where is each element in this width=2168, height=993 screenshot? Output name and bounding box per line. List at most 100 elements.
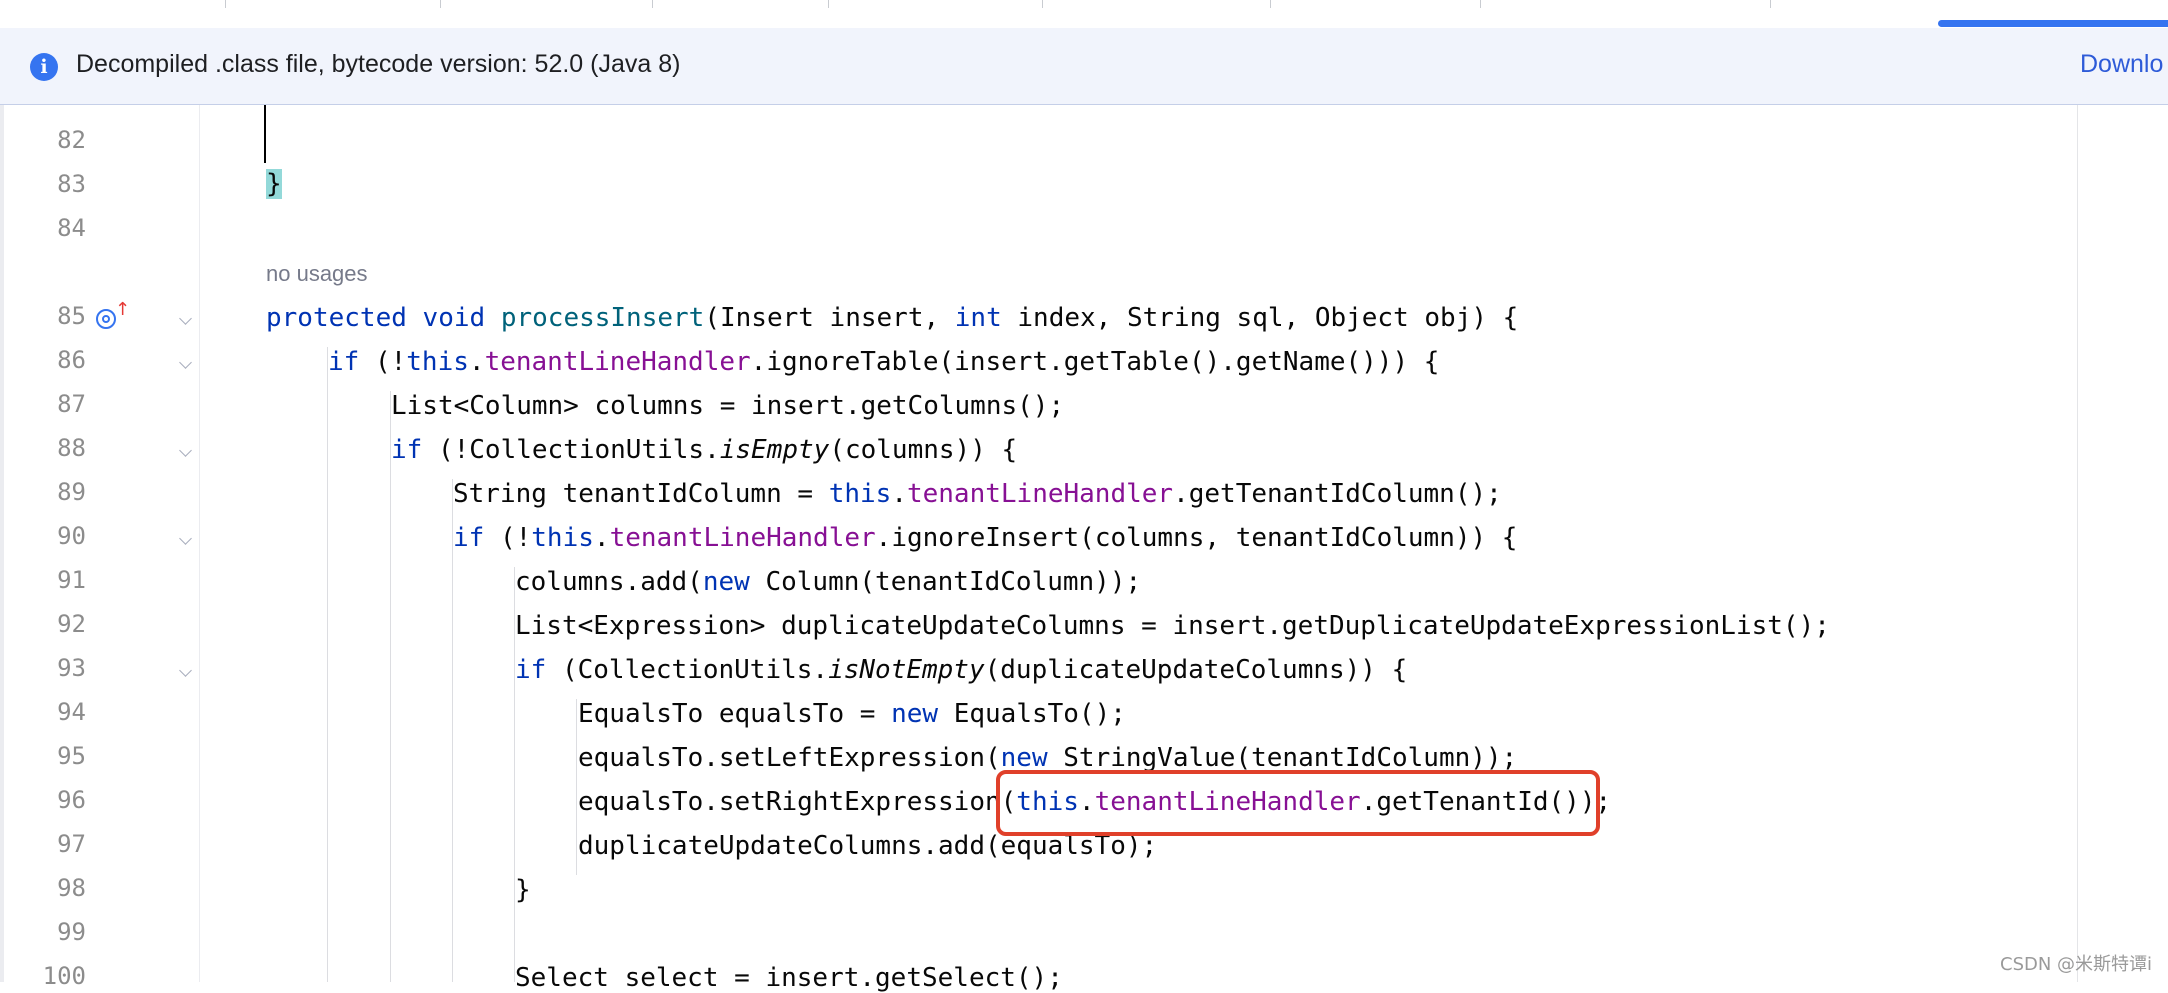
line-number: 98 [57, 874, 86, 902]
line-number-gutter: 82 83 84 85 86 87 88 89 90 91 92 93 94 9… [0, 105, 204, 990]
code-text: Column(tenantIdColumn)); [749, 567, 1142, 597]
overrides-method-icon[interactable] [96, 309, 116, 329]
field-name: tenantLineHandler [906, 479, 1174, 509]
code-line-92: List<Expression> duplicateUpdateColumns … [515, 611, 1830, 641]
line-number: 99 [57, 918, 86, 946]
keyword: new [702, 567, 750, 597]
code-text: . [891, 479, 907, 509]
code-text: (CollectionUtils. [546, 655, 829, 685]
tab-separator [440, 0, 441, 8]
code-line-91: columns.add(new Column(tenantIdColumn)); [515, 567, 1141, 597]
method-name: processInsert [500, 303, 705, 333]
fold-chevron-icon[interactable] [180, 666, 192, 678]
field-name: tenantLineHandler [484, 347, 751, 377]
static-method: isEmpty [719, 435, 830, 465]
keyword: this [406, 347, 469, 377]
download-sources-link[interactable]: Downlo [2080, 50, 2163, 79]
keyword: if [391, 435, 423, 465]
field-name: tenantLineHandler [609, 523, 876, 553]
usage-hint[interactable]: no usages [266, 261, 368, 287]
code-text: .ignoreTable(insert.getTable().getName()… [750, 347, 1440, 377]
static-method: isNotEmpty [828, 655, 985, 685]
line-number: 96 [57, 786, 86, 814]
matched-brace: } [266, 169, 282, 199]
fold-chevron-icon[interactable] [180, 446, 192, 458]
line-number: 93 [57, 654, 86, 682]
fold-chevron-icon[interactable] [180, 534, 192, 546]
keyword: new [891, 699, 939, 729]
code-text: columns.add( [515, 567, 703, 597]
highlight-annotation-box [996, 770, 1600, 836]
code-line-95: equalsTo.setLeftExpression(new StringVal… [578, 743, 1517, 773]
decompiled-notice-banner: i Decompiled .class file, bytecode versi… [0, 28, 2168, 105]
line-number: 97 [57, 830, 86, 858]
line-number: 85 [57, 302, 86, 330]
keyword: this [531, 523, 594, 553]
tab-separator [1270, 0, 1271, 8]
tab-separator [1770, 0, 1771, 8]
code-line-83: } [266, 169, 282, 199]
keyword: if [453, 523, 485, 553]
line-number: 90 [57, 522, 86, 550]
code-text: EqualsTo(); [938, 699, 1126, 729]
indent-guide [576, 699, 577, 875]
tab-separator [828, 0, 829, 8]
code-text: StringValue(tenantIdColumn)); [1047, 743, 1518, 773]
line-number: 84 [57, 214, 86, 242]
code-text: (duplicateUpdateColumns)) { [984, 655, 1408, 685]
code-text: (! [484, 523, 532, 553]
code-line-94: EqualsTo equalsTo = new EqualsTo(); [578, 699, 1126, 729]
right-margin-guide [2077, 105, 2078, 982]
code-line-88: if (!CollectionUtils.isEmpty(columns)) { [391, 435, 1017, 465]
tab-separator [225, 0, 226, 8]
code-line-90: if (!this.tenantLineHandler.ignoreInsert… [453, 523, 1517, 553]
line-number: 83 [57, 170, 86, 198]
editor-tab-bar [0, 0, 2168, 29]
code-text: List<Column> columns = insert.getColumns… [391, 391, 1065, 421]
code-text: (Insert insert, [704, 303, 955, 333]
tab-separator [1042, 0, 1043, 8]
info-icon: i [30, 53, 58, 81]
code-text: . [593, 523, 610, 553]
code-text: EqualsTo equalsTo = [578, 699, 892, 729]
line-number: 82 [57, 126, 86, 154]
code-text: equalsTo.setRightExpression( [578, 787, 1017, 817]
keyword: this [828, 479, 892, 509]
watermark: CSDN @米斯特谭i [2000, 954, 2153, 975]
keyword: new [1000, 743, 1048, 773]
arrow-up-icon: ↑ [115, 299, 131, 320]
code-text: index, String sql, Object obj) { [1001, 303, 1519, 333]
code-text: .ignoreInsert(columns, tenantIdColumn)) … [875, 523, 1518, 553]
indent-guide [452, 479, 453, 982]
code-line-100: Select select = insert.getSelect(); [515, 963, 1063, 993]
code-text: Select select = insert.getSelect(); [515, 963, 1063, 993]
line-number: 91 [57, 566, 86, 594]
keyword: protected [266, 303, 407, 333]
code-text: . [468, 347, 485, 377]
code-line-93: if (CollectionUtils.isNotEmpty(duplicate… [515, 655, 1407, 685]
fold-chevron-icon[interactable] [180, 358, 192, 370]
line-number: 100 [42, 962, 86, 990]
keyword: if [328, 347, 360, 377]
banner-message: Decompiled .class file, bytecode version… [76, 50, 681, 78]
keyword: void [422, 303, 486, 333]
code-line-89: String tenantIdColumn = this.tenantLineH… [453, 479, 1502, 509]
tab-separator [1480, 0, 1481, 8]
code-text: equalsTo.setLeftExpression( [578, 743, 1001, 773]
fold-chevron-icon[interactable] [180, 314, 192, 326]
keyword: if [515, 655, 547, 685]
code-text: List<Expression> duplicateUpdateColumns … [515, 611, 1830, 641]
line-number: 88 [57, 434, 86, 462]
code-text: (!CollectionUtils. [422, 435, 720, 465]
line-number: 87 [57, 390, 86, 418]
tab-separator [652, 0, 653, 8]
active-tab-indicator [1938, 20, 2168, 27]
code-line-87: List<Column> columns = insert.getColumns… [391, 391, 1064, 421]
line-number: 95 [57, 742, 86, 770]
code-line-86: if (!this.tenantLineHandler.ignoreTable(… [328, 347, 1439, 377]
indent-guide [390, 391, 391, 982]
code-text: .getTenantIdColumn(); [1173, 479, 1502, 509]
code-text: } [515, 875, 531, 905]
line-number: 94 [57, 698, 86, 726]
indent-guide [327, 347, 328, 982]
